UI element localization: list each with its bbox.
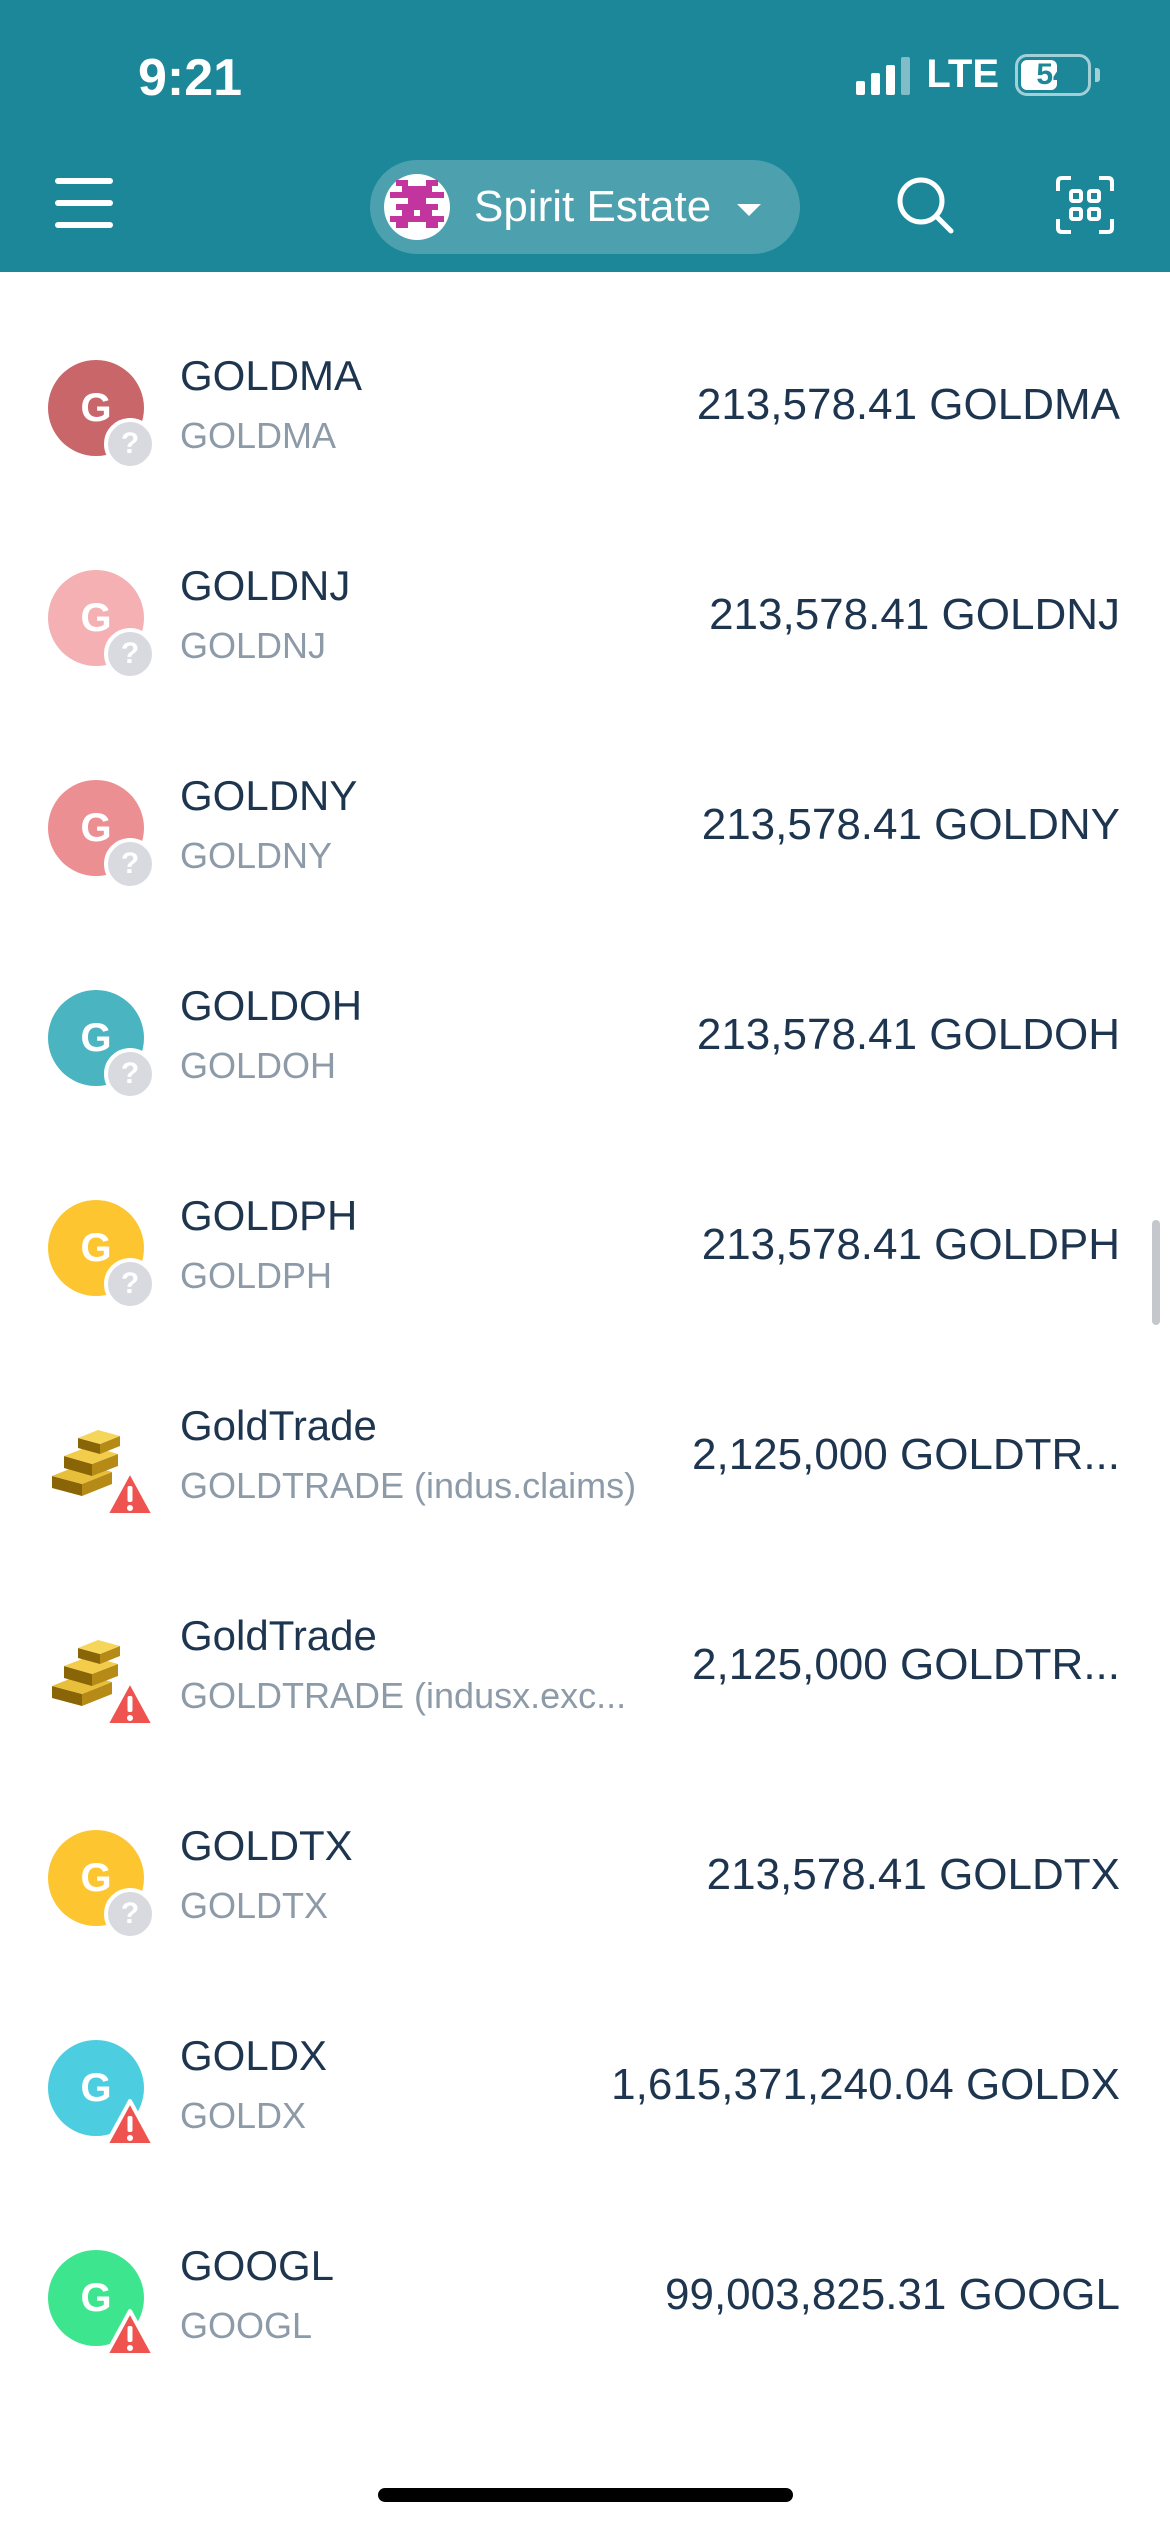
token-icon: G? (48, 780, 156, 890)
scrollbar[interactable] (1152, 1220, 1160, 1325)
gold-bars-icon (48, 1410, 156, 1517)
token-symbol: GOLDNY (180, 835, 333, 876)
signal-strength-icon (856, 55, 911, 95)
token-symbol: GOLDNJ (180, 625, 327, 666)
battery-level: 54 (1036, 57, 1070, 91)
token-icon: G? (48, 990, 156, 1100)
token-balance: 213,578.41 GOLDMA (696, 380, 1120, 429)
hamburger-menu-icon[interactable] (55, 178, 113, 228)
status-time: 9:21 (138, 49, 243, 107)
token-balance: 1,615,371,240.04 GOLDX (611, 2060, 1120, 2109)
token-balance: 2,125,000 GOLDTR... (692, 1640, 1120, 1689)
token-icon: G? (48, 1830, 156, 1940)
token-row[interactable]: GoldTrade GOLDTRADE (indusx.exc... 2,125,0… (0, 1532, 1170, 1742)
chevron-down-icon (737, 204, 762, 216)
token-symbol: GOOGL (180, 2305, 313, 2346)
token-name: GOLDNJ (180, 562, 351, 609)
token-row[interactable]: G? GOLDOH GOLDOH 213,578.41 GOLDOH (0, 902, 1170, 1112)
warning-icon (104, 1678, 156, 1730)
gold-bars-icon (48, 1620, 156, 1727)
network-type: LTE (926, 52, 999, 96)
token-balance: 2,125,000 GOLDTR... (692, 1430, 1120, 1479)
question-mark-icon: ? (104, 1258, 156, 1310)
token-balance: 213,578.41 GOLDOH (696, 1010, 1120, 1059)
account-name: Spirit Estate (474, 182, 712, 231)
status-indicators: LTE 54 (856, 52, 1100, 97)
token-symbol: GOLDTRADE (indusx.exc... (180, 1675, 627, 1716)
token-name: GoldTrade (180, 1402, 377, 1449)
token-row[interactable]: G? GOLDNY GOLDNY 213,578.41 GOLDNY (0, 692, 1170, 902)
question-mark-icon: ? (104, 838, 156, 890)
warning-icon (104, 2308, 156, 2360)
warning-icon (104, 1468, 156, 1520)
token-balance: 99,003,825.31 GOOGL (665, 2270, 1120, 2319)
token-name: GOLDPH (180, 1192, 358, 1239)
token-row[interactable]: G? GOLDMA GOLDMA 213,578.41 GOLDMA (0, 272, 1170, 482)
search-icon[interactable] (895, 175, 955, 240)
token-list: G? GOLDMA GOLDMA 213,578.41 GOLDMA G? GOLDNJ G… (0, 272, 1170, 2372)
token-name: GOLDNY (180, 772, 358, 819)
token-icon: G (48, 2250, 156, 2357)
token-row[interactable]: G? GOLDNJ GOLDNJ 213,578.41 GOLDNJ (0, 482, 1170, 692)
token-row[interactable]: G GOLDX GOLDX 1,615,371,240.04 GOLDX (0, 1952, 1170, 2162)
token-balance: 213,578.41 GOLDTX (706, 1850, 1120, 1899)
token-name: GOLDMA (180, 352, 363, 399)
token-balance: 213,578.41 GOLDPH (701, 1220, 1120, 1269)
question-mark-icon: ? (104, 1888, 156, 1940)
token-row[interactable]: G? GOLDPH GOLDPH 213,578.41 GOLDPH (0, 1112, 1170, 1322)
token-symbol: GOLDTX (180, 1885, 329, 1926)
account-selector-button[interactable]: Spirit Estate (370, 160, 800, 254)
token-icon: G? (48, 360, 156, 470)
token-name: GOLDX (180, 2032, 328, 2079)
token-symbol: GOLDX (180, 2095, 307, 2136)
token-symbol: GOLDTRADE (indus.claims) (180, 1465, 637, 1506)
token-icon: G (48, 2040, 156, 2147)
warning-icon (104, 2098, 156, 2150)
question-mark-icon: ? (104, 628, 156, 680)
token-symbol: GOLDPH (180, 1255, 333, 1296)
token-symbol: GOLDOH (180, 1045, 337, 1086)
token-row[interactable]: GoldTrade GOLDTRADE (indus.claims) 2,125,0… (0, 1322, 1170, 1532)
token-row[interactable]: G GOOGL GOOGL 99,003,825.31 GOOGL (0, 2162, 1170, 2372)
account-avatar (384, 174, 450, 240)
battery-icon: 54 (1015, 53, 1091, 96)
token-symbol: GOLDMA (180, 415, 337, 456)
question-mark-icon: ? (104, 418, 156, 470)
token-name: GOLDOH (180, 982, 363, 1029)
question-mark-icon: ? (104, 1048, 156, 1100)
token-name: GoldTrade (180, 1612, 377, 1659)
home-indicator[interactable] (378, 2488, 793, 2502)
token-balance: 213,578.41 GOLDNJ (709, 590, 1120, 639)
token-balance: 213,578.41 GOLDNY (701, 800, 1120, 849)
qr-scan-icon[interactable] (1055, 175, 1115, 240)
token-icon: G? (48, 570, 156, 680)
token-name: GOOGL (180, 2242, 335, 2289)
app-header: 9:21 LTE 54 Spirit Estate (0, 0, 1170, 272)
token-row[interactable]: G? GOLDTX GOLDTX 213,578.41 GOLDTX (0, 1742, 1170, 1952)
token-name: GOLDTX (180, 1822, 353, 1869)
token-icon: G? (48, 1200, 156, 1310)
